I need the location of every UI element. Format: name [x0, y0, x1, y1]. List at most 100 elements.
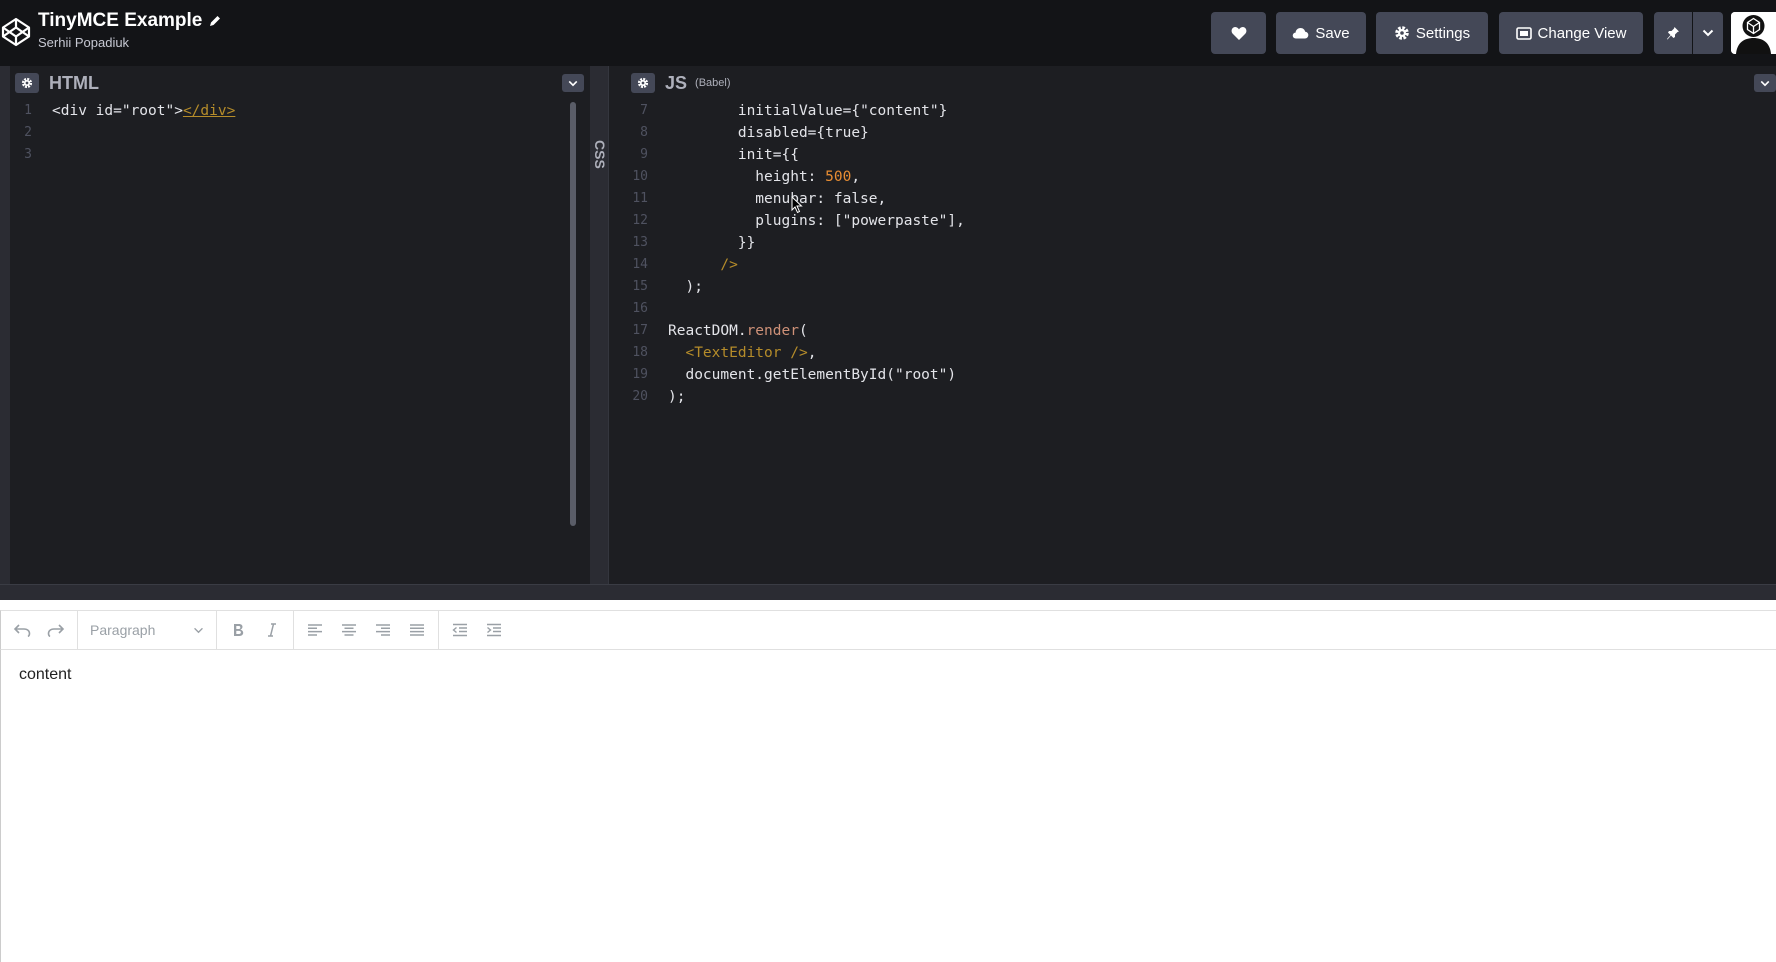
editor-left-gutter	[0, 66, 10, 584]
js-code-line[interactable]: 15 );	[626, 276, 1776, 298]
gear-icon	[637, 77, 649, 89]
preview-resize-handle[interactable]	[0, 584, 1776, 600]
header: TinyMCE Example Serhii Popadiuk Save Set…	[0, 0, 1776, 66]
user-avatar[interactable]	[1731, 12, 1776, 54]
js-line-number: 12	[632, 213, 648, 228]
js-line-text: menubar: false,	[668, 191, 887, 207]
js-code-line[interactable]: 10 height: 500,	[626, 166, 1776, 188]
align-left-icon	[308, 624, 322, 636]
js-line-text: <TextEditor />,	[685, 345, 817, 361]
js-code-line[interactable]: 20);	[626, 386, 1776, 408]
html-pane-menu-button[interactable]	[562, 74, 584, 92]
block-format-select[interactable]: Paragraph	[82, 614, 212, 646]
align-justify-button[interactable]	[400, 614, 434, 646]
bold-button[interactable]	[221, 614, 255, 646]
js-line-text: init={{	[668, 147, 799, 163]
pin-icon	[1667, 26, 1679, 39]
js-code-line[interactable]: 9 init={{	[626, 144, 1776, 166]
js-line-text	[656, 298, 668, 320]
js-settings-button[interactable]	[631, 73, 655, 93]
js-line-text: );	[668, 279, 703, 295]
js-line-number: 17	[632, 323, 648, 338]
js-line-number: 9	[640, 147, 648, 162]
save-button[interactable]: Save	[1276, 12, 1366, 54]
settings-button-label: Settings	[1415, 24, 1471, 42]
js-line-number: 10	[632, 169, 648, 184]
js-line-number: 8	[640, 125, 648, 140]
outdent-button[interactable]	[443, 614, 477, 646]
editor-content-paragraph[interactable]: content	[19, 666, 1758, 684]
undo-button[interactable]	[5, 614, 39, 646]
html-pane-title: HTML	[49, 72, 99, 93]
html-code-line[interactable]: 3	[10, 144, 590, 166]
chevron-down-icon	[194, 627, 203, 633]
js-preprocessor-label: (Babel)	[695, 77, 731, 89]
author-name[interactable]: Serhii Popadiuk	[38, 35, 222, 50]
change-view-button[interactable]: Change View	[1499, 12, 1643, 54]
js-code-editor[interactable]: 7 initialValue={"content"} 8 disabled={tr…	[626, 100, 1776, 584]
pin-button[interactable]	[1654, 12, 1692, 54]
js-code-line[interactable]: 19 document.getElementById("root")	[626, 364, 1776, 386]
chevron-down-icon	[1702, 29, 1714, 37]
chevron-down-icon	[1760, 80, 1770, 86]
js-line-number: 7	[640, 103, 648, 118]
mouse-cursor-icon	[791, 196, 803, 214]
alignment-group	[294, 611, 439, 649]
indent-button[interactable]	[477, 614, 511, 646]
indent-icon	[487, 623, 501, 637]
html-code-editor[interactable]: 1 <div id="root"></div> 2 3	[10, 100, 590, 584]
editors-area: HTML 1 <div id="root"></div> 2 3 CSS JS (Ba…	[0, 66, 1776, 584]
js-pane-menu-button[interactable]	[1754, 74, 1776, 92]
codepen-logo-icon[interactable]	[0, 16, 32, 48]
js-code-line[interactable]: 17 ReactDOM.render(	[626, 320, 1776, 342]
js-line-text: disabled={true}	[668, 125, 869, 141]
block-format-value: Paragraph	[90, 622, 156, 638]
settings-button[interactable]: Settings	[1376, 12, 1488, 54]
js-pane-header: JS (Babel)	[626, 66, 1776, 100]
love-button[interactable]	[1211, 12, 1266, 54]
html-line-text: <div id="root"></div>	[52, 103, 236, 119]
js-line-number: 15	[632, 279, 648, 294]
js-line-number: 18	[632, 345, 648, 360]
editor-content-area[interactable]: content	[0, 650, 1776, 962]
indent-group	[439, 611, 515, 649]
text-style-group	[217, 611, 294, 649]
pen-title[interactable]: TinyMCE Example	[38, 10, 222, 32]
pencil-icon[interactable]	[208, 14, 222, 28]
js-code-line[interactable]: 7 initialValue={"content"}	[626, 100, 1776, 122]
undo-icon	[13, 624, 31, 637]
js-line-text: plugins: ["powerpaste"],	[668, 213, 965, 229]
js-code-line[interactable]: 13 }}	[626, 232, 1776, 254]
html-editor-pane: HTML 1 <div id="root"></div> 2 3	[10, 66, 590, 584]
align-right-button[interactable]	[366, 614, 400, 646]
html-code-line[interactable]: 2	[10, 122, 590, 144]
js-line-number: 20	[632, 389, 648, 404]
js-line-number: 16	[632, 301, 648, 316]
css-pane-title[interactable]: CSS	[592, 140, 608, 169]
italic-button[interactable]	[255, 614, 289, 646]
redo-button[interactable]	[39, 614, 73, 646]
align-right-icon	[376, 624, 390, 636]
js-editor-pane: JS (Babel) 7 initialValue={"content"} 8 d…	[626, 66, 1776, 584]
js-code-line[interactable]: 18 <TextEditor />,	[626, 342, 1776, 364]
pin-menu-button[interactable]	[1693, 12, 1723, 54]
js-code-line[interactable]: 14 />	[626, 254, 1776, 276]
outdent-icon	[452, 623, 467, 637]
js-pane-title: JS	[665, 72, 688, 93]
js-code-line[interactable]: 8 disabled={true}	[626, 122, 1776, 144]
pen-title-text: TinyMCE Example	[38, 10, 203, 31]
bold-icon	[234, 624, 244, 636]
html-editor-scrollbar[interactable]	[570, 102, 576, 526]
align-center-icon	[342, 624, 356, 636]
js-line-text: document.getElementById("root")	[668, 367, 957, 383]
html-settings-button[interactable]	[15, 73, 39, 93]
preview-frame: Paragraph content	[0, 600, 1776, 962]
js-line-text: height: 500,	[668, 169, 861, 185]
gear-icon	[21, 77, 33, 89]
js-code-line[interactable]: 16	[626, 298, 1776, 320]
align-center-button[interactable]	[332, 614, 366, 646]
align-left-button[interactable]	[298, 614, 332, 646]
html-code-line[interactable]: 1 <div id="root"></div>	[10, 100, 590, 122]
pane-divider[interactable]	[608, 66, 626, 584]
block-format-group: Paragraph	[78, 611, 217, 649]
